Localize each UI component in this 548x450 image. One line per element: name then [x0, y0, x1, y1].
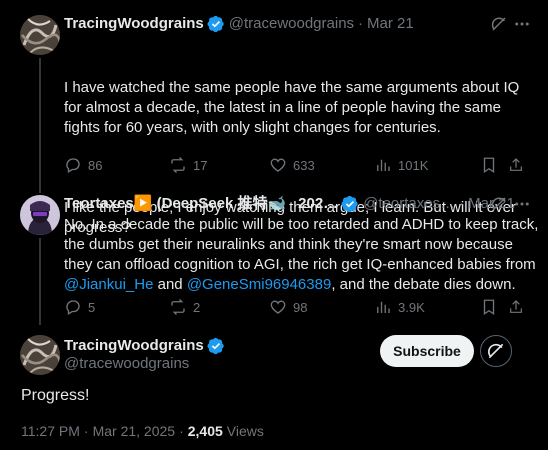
bookmark-button[interactable] [480, 155, 508, 175]
verified-badge-icon [207, 337, 224, 355]
reply-button[interactable]: 5 [64, 297, 169, 317]
bookmark-icon [483, 157, 495, 174]
tweet-text-part: , and the debate dies down. [331, 276, 516, 293]
grok-button[interactable] [480, 335, 512, 367]
handle[interactable]: @teortaxes… [363, 194, 455, 214]
reply-icon [66, 300, 80, 315]
share-button[interactable] [508, 155, 530, 175]
tweet-text-part: and [153, 276, 187, 293]
grok-icon[interactable] [489, 194, 509, 214]
separator: · [459, 195, 465, 212]
mention-link[interactable]: @GeneSmi96946389 [187, 276, 332, 293]
like-icon [270, 158, 286, 172]
verified-badge-icon [341, 195, 358, 213]
like-icon [270, 300, 286, 314]
repost-icon [171, 157, 185, 173]
avatar-teortaxes[interactable] [20, 195, 60, 235]
display-name[interactable]: TracingWoodgrains [64, 336, 204, 356]
main-tweet-text: Progress! [21, 387, 90, 404]
reply-count: 86 [88, 157, 103, 173]
bookmark-icon [483, 299, 495, 316]
repost-icon [171, 299, 185, 315]
verified-badge-icon [207, 15, 224, 33]
repost-count: 2 [193, 299, 201, 315]
reply-icon [66, 158, 80, 173]
repost-count: 17 [193, 157, 208, 173]
like-count: 633 [293, 157, 315, 173]
tweet-2[interactable]: Teortaxes▶️ (DeepSeek 推特🐋 202… @teortaxe… [0, 185, 548, 325]
repost-button[interactable]: 2 [169, 297, 269, 317]
avatar-tracingwoodgrains[interactable] [20, 15, 60, 55]
main-tweet-meta: 11:27 PM · Mar 21, 2025 · 2,405 Views [21, 421, 264, 441]
handle[interactable]: @tracewoodgrains [229, 14, 354, 34]
tweet-header: Teortaxes▶️ (DeepSeek 推特🐋 202… @teortaxe… [64, 194, 515, 214]
share-icon [510, 158, 522, 171]
post-time[interactable]: 11:27 PM [21, 421, 80, 441]
more-icon[interactable] [512, 194, 532, 214]
separator: · [83, 423, 89, 439]
main-tweet-name-row: TracingWoodgrains [64, 336, 229, 356]
main-tweet-handle-row: @tracewoodgrains [64, 354, 189, 374]
tweet-header: TracingWoodgrains @tracewoodgrains · Mar… [64, 14, 414, 34]
reply-count: 5 [88, 299, 96, 315]
tweet-text-part: No. In a decade the public will be too r… [64, 216, 543, 273]
reply-button[interactable]: 86 [64, 155, 169, 175]
handle[interactable]: @tracewoodgrains [64, 354, 189, 374]
display-name[interactable]: Teortaxes▶️ (DeepSeek 推特🐋 [64, 194, 286, 214]
subscribe-button[interactable]: Subscribe [380, 335, 474, 367]
repost-button[interactable]: 17 [169, 155, 269, 175]
views-count: 101K [398, 157, 429, 173]
tweet-1[interactable]: TracingWoodgrains @tracewoodgrains · Mar… [0, 0, 548, 236]
views-total: 2,405 [187, 423, 223, 439]
tweet-paragraph: I have watched the same people have the … [64, 79, 524, 136]
tweet-text: No. In a decade the public will be too r… [64, 215, 540, 295]
share-button[interactable] [508, 297, 530, 317]
views-icon [377, 301, 390, 313]
display-name[interactable]: TracingWoodgrains [64, 14, 204, 34]
tweet-actions: 5 2 98 3.9K [64, 297, 534, 317]
views-button[interactable]: 101K [374, 155, 480, 175]
tweet-actions: 86 17 633 101K [64, 155, 534, 175]
like-button[interactable]: 98 [269, 297, 374, 317]
grok-icon [488, 343, 504, 359]
thread-connector [39, 185, 41, 193]
more-icon[interactable] [512, 14, 532, 34]
thread-connector [39, 238, 41, 325]
post-date[interactable]: Mar 21, 2025 [93, 421, 176, 441]
mention-link[interactable]: @Jiankui_He [64, 276, 153, 293]
views-count: 3.9K [398, 299, 425, 315]
views-label: Views [226, 423, 264, 439]
like-count: 98 [293, 299, 308, 315]
views-icon [377, 159, 390, 171]
views-button[interactable]: 3.9K [374, 297, 480, 317]
separator: · [179, 423, 184, 439]
separator: · [358, 15, 364, 32]
thread-connector [39, 58, 41, 185]
like-button[interactable]: 633 [269, 155, 374, 175]
grok-icon[interactable] [489, 14, 509, 34]
timestamp[interactable]: Mar 21 [367, 14, 414, 34]
avatar-tracingwoodgrains[interactable] [20, 335, 60, 375]
bookmark-button[interactable] [480, 297, 508, 317]
display-name-tail[interactable]: 202… [298, 194, 338, 214]
share-icon [510, 300, 522, 313]
